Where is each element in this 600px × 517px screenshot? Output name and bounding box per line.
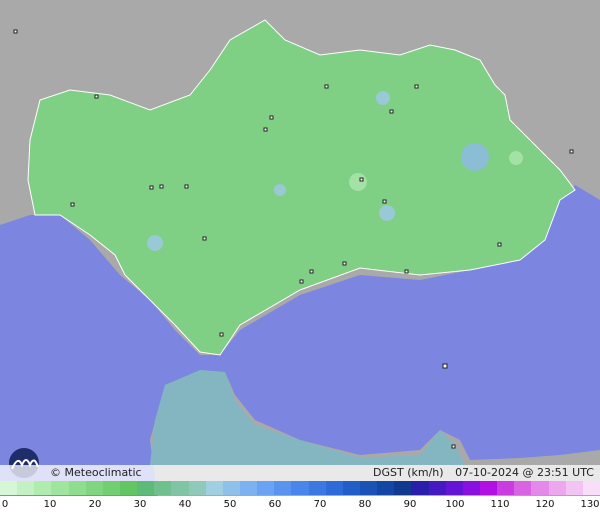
station-marker (94, 94, 99, 99)
legend-color-step (222, 481, 240, 495)
station-marker (389, 109, 394, 114)
variable-label: DGST (km/h) (373, 466, 444, 479)
station-marker (382, 199, 387, 204)
station-marker (159, 184, 164, 189)
legend-tick-label: 90 (403, 499, 417, 510)
station-marker (404, 269, 409, 274)
station-marker (184, 184, 189, 189)
legend-color-step (342, 481, 360, 495)
timestamp-label: DGST (km/h) 07-10-2024 @ 23:51 UTC (373, 465, 594, 481)
legend-tick-label: 120 (535, 499, 555, 510)
legend-color-step (0, 481, 18, 495)
legend-tick-label: 60 (268, 499, 282, 510)
legend-color-step (462, 481, 480, 495)
legend-color-scale (0, 481, 600, 495)
legend-tick-label: 80 (358, 499, 372, 510)
legend-color-step (359, 481, 378, 495)
station-marker (324, 84, 329, 89)
station-marker (263, 127, 268, 132)
legend-color-step (188, 481, 206, 495)
legend-color-step (51, 481, 69, 495)
station-marker (451, 444, 456, 449)
station-marker (414, 84, 419, 89)
legend-tick-label: 10 (43, 499, 57, 510)
legend-tick-label: 0 (1, 499, 9, 510)
station-marker (309, 269, 314, 274)
gust-hotspot (379, 205, 395, 221)
legend-color-step (582, 481, 600, 495)
legend-color-step (377, 481, 395, 495)
wind-gust-map (0, 0, 600, 517)
gust-hotspot (461, 143, 489, 171)
legend-color-step (85, 481, 103, 495)
station-marker (359, 177, 364, 182)
legend-color-step (34, 481, 52, 495)
info-bar: © Meteoclimatic DGST (km/h) 07-10-2024 @… (0, 465, 600, 481)
legend-tick-label: 30 (133, 499, 147, 510)
legend-tick-label: 50 (223, 499, 237, 510)
legend-tick-label: 110 (490, 499, 510, 510)
legend-color-step (17, 481, 35, 495)
legend-color-step (205, 481, 223, 495)
legend-tick-label: 130 (580, 499, 600, 510)
station-marker (202, 236, 207, 241)
gust-hotspot (509, 151, 523, 165)
legend-color-step (154, 481, 172, 495)
legend-tick-label: 70 (313, 499, 327, 510)
legend-color-step (548, 481, 566, 495)
station-marker (497, 242, 502, 247)
gust-hotspot (349, 173, 367, 191)
legend-color-step (274, 481, 292, 495)
legend-color-step (394, 481, 412, 495)
legend-color-step (257, 481, 275, 495)
legend-color-step (137, 481, 155, 495)
legend-color-step (171, 481, 189, 495)
legend-tick-labels: 0 10 20 30 40 50 60 70 80 90 100 110 120 130 (0, 496, 600, 517)
legend-tick-label: 20 (88, 499, 102, 510)
station-marker (342, 261, 347, 266)
gust-hotspot (376, 91, 390, 105)
legend-color-step (325, 481, 343, 495)
station-marker (13, 29, 18, 34)
legend-color-step (445, 481, 463, 495)
station-marker (149, 185, 154, 190)
station-marker (70, 202, 75, 207)
legend-color-step (514, 481, 532, 495)
legend-color-step (239, 481, 258, 495)
legend-color-step (102, 481, 120, 495)
legend-color-step (68, 481, 86, 495)
station-marker (442, 363, 448, 369)
timestamp: 07-10-2024 @ 23:51 UTC (455, 466, 594, 479)
gust-hotspot (147, 235, 163, 251)
legend-color-step (411, 481, 429, 495)
legend-tick-label: 40 (178, 499, 192, 510)
legend-color-step (479, 481, 498, 495)
legend-color-step (531, 481, 549, 495)
station-marker (299, 279, 304, 284)
legend-color-step (119, 481, 138, 495)
gust-hotspot (274, 184, 286, 196)
legend-color-step (428, 481, 446, 495)
legend-color-step (308, 481, 326, 495)
station-marker (269, 115, 274, 120)
station-marker (219, 332, 224, 337)
legend-color-step (291, 481, 309, 495)
credit-text: © Meteoclimatic (50, 466, 142, 479)
legend-color-step (497, 481, 515, 495)
station-marker (569, 149, 574, 154)
legend-color-step (565, 481, 583, 495)
legend-tick-label: 100 (445, 499, 465, 510)
